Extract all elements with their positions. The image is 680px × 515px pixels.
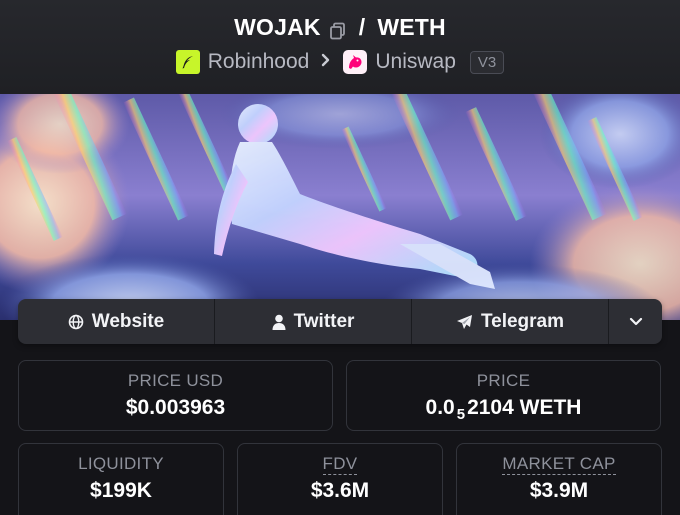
liquidity-value: $199K xyxy=(90,479,152,502)
price-native-suffix: 2104 WETH xyxy=(467,396,582,419)
market-cap-label[interactable]: MARKET CAP xyxy=(502,454,616,475)
market-cap-value: $3.9M xyxy=(529,479,589,502)
robinhood-feather-icon xyxy=(175,50,200,74)
banner-image xyxy=(0,94,680,320)
price-native-card: PRICE 0.0 52104 WETH xyxy=(346,360,661,431)
market-cap-card: MARKET CAP $3.9M xyxy=(456,443,662,515)
chain-link[interactable]: Robinhood xyxy=(208,50,310,74)
price-zero-count: 5 xyxy=(456,406,466,423)
price-native-value: 0.0 52104 WETH xyxy=(347,396,660,423)
price-usd-label: PRICE USD xyxy=(127,371,224,390)
fdv-card: FDV $3.6M xyxy=(237,443,443,515)
version-badge: V3 xyxy=(469,50,505,74)
twitter-button[interactable]: Twitter xyxy=(215,299,412,344)
copy-icon[interactable] xyxy=(329,19,347,39)
liquidity-card: LIQUIDITY $199K xyxy=(18,443,224,515)
fdv-value: $3.6M xyxy=(310,479,370,502)
liquidity-label: LIQUIDITY xyxy=(78,454,164,473)
quote-token-symbol: WETH xyxy=(377,14,446,40)
pair-title: WOJAK / WETH xyxy=(0,14,680,41)
price-usd-value: $0.003963 xyxy=(125,396,226,419)
twitter-label: Twitter xyxy=(293,310,355,332)
telegram-plane-icon xyxy=(456,314,472,329)
chevron-down-icon xyxy=(629,317,642,325)
fdv-label[interactable]: FDV xyxy=(322,454,358,475)
chain-dex-row: Robinhood Uniswap V3 xyxy=(0,50,680,74)
website-button[interactable]: Website xyxy=(18,299,215,344)
base-token-symbol: WOJAK xyxy=(234,14,321,40)
pair-header: WOJAK / WETH Robinhood Uniswap V3 xyxy=(0,0,680,94)
website-label: Website xyxy=(91,310,165,332)
globe-icon xyxy=(68,314,84,329)
telegram-button[interactable]: Telegram xyxy=(412,299,609,344)
price-native-label: PRICE xyxy=(476,371,531,390)
dex-link[interactable]: Uniswap xyxy=(375,50,456,74)
price-native-prefix: 0.0 xyxy=(425,396,455,419)
price-usd-card: PRICE USD $0.003963 xyxy=(18,360,333,431)
pair-separator: / xyxy=(358,14,366,40)
chevron-right-icon xyxy=(321,53,331,72)
social-links-bar: Website Twitter Telegram xyxy=(18,299,662,344)
user-icon xyxy=(272,314,286,330)
uniswap-unicorn-icon xyxy=(343,50,368,74)
telegram-label: Telegram xyxy=(480,310,565,332)
more-links-button[interactable] xyxy=(609,299,662,344)
